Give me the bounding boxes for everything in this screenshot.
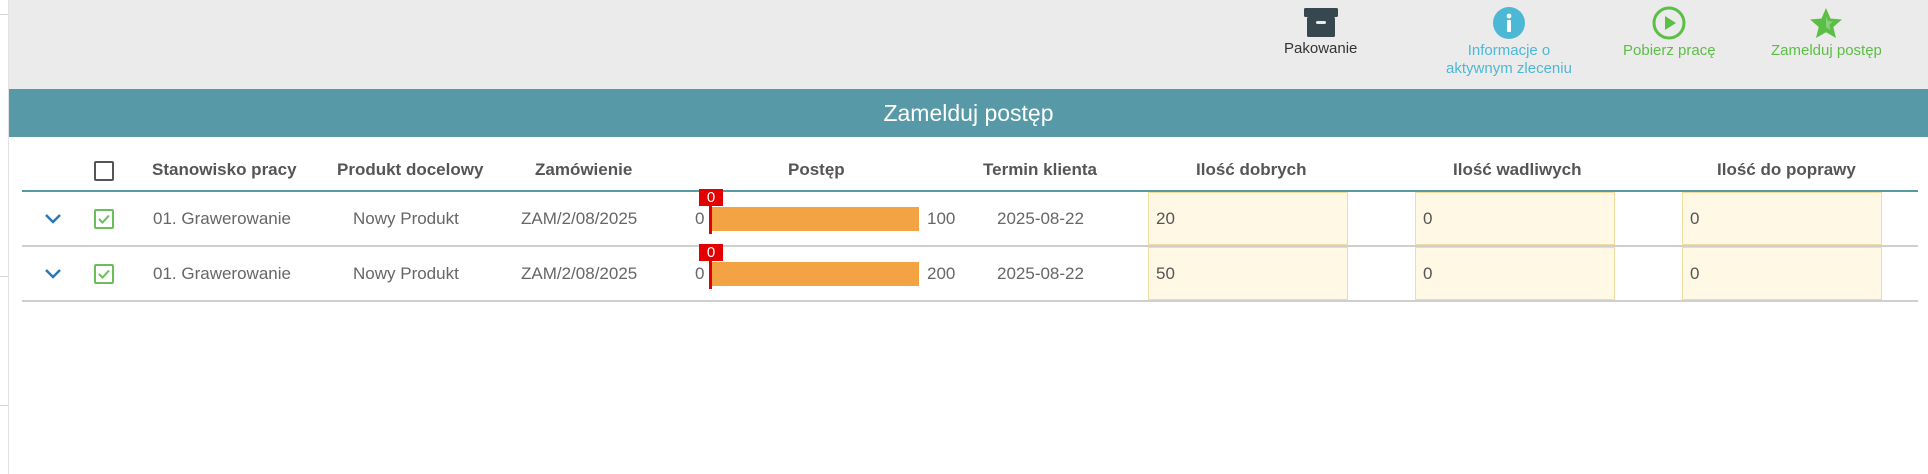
table-row: 01. Grawerowanie Nowy Produkt ZAM/2/08/2… xyxy=(22,244,1918,302)
table-header: Stanowisko pracy Produkt docelowy Zamówi… xyxy=(22,150,1918,192)
expand-chevron-icon[interactable] xyxy=(44,265,62,285)
info-circle-icon xyxy=(1493,7,1525,39)
good-qty-input[interactable]: 20 xyxy=(1148,192,1348,245)
select-all-checkbox[interactable] xyxy=(94,161,114,181)
play-circle-icon xyxy=(1652,6,1686,40)
rework-qty-input[interactable]: 0 xyxy=(1682,192,1882,245)
row-select-checkbox[interactable] xyxy=(94,209,114,229)
edge-tick xyxy=(0,276,8,277)
col-header-defective[interactable]: Ilość wadliwych xyxy=(1453,160,1582,180)
packing-label: Pakowanie xyxy=(1284,40,1358,57)
product-cell: Nowy Produkt xyxy=(353,209,459,228)
table-row: 01. Grawerowanie Nowy Produkt ZAM/2/08/2… xyxy=(22,189,1918,247)
left-edge xyxy=(0,0,9,474)
col-header-progress[interactable]: Postęp xyxy=(788,160,845,180)
col-header-rework[interactable]: Ilość do poprawy xyxy=(1717,160,1856,180)
station-cell: 01. Grawerowanie xyxy=(153,264,291,283)
edge-tick xyxy=(0,405,8,406)
rework-qty-input[interactable]: 0 xyxy=(1682,247,1882,300)
good-qty-input[interactable]: 50 xyxy=(1148,247,1348,300)
deadline-cell: 2025-08-22 xyxy=(997,264,1084,283)
progress-end: 100 xyxy=(927,209,956,228)
defective-qty-input[interactable]: 0 xyxy=(1415,247,1615,300)
check-icon xyxy=(98,269,110,279)
archive-box-icon xyxy=(1303,8,1338,37)
report-progress-button[interactable]: Zamelduj postęp xyxy=(1771,6,1882,60)
station-cell: 01. Grawerowanie xyxy=(153,209,291,228)
order-cell: ZAM/2/08/2025 xyxy=(521,264,638,283)
deadline-cell: 2025-08-22 xyxy=(997,209,1084,228)
product-cell: Nowy Produkt xyxy=(353,264,459,283)
fetch-work-button[interactable]: Pobierz pracę xyxy=(1623,6,1716,60)
progress-bar xyxy=(711,207,919,231)
col-header-product[interactable]: Produkt docelowy xyxy=(337,160,483,180)
row-select-checkbox[interactable] xyxy=(94,264,114,284)
col-header-station[interactable]: Stanowisko pracy xyxy=(152,160,297,180)
page-title: Zamelduj postęp xyxy=(9,89,1928,137)
col-header-order[interactable]: Zamówienie xyxy=(535,160,632,180)
toolbar: Pakowanie Informacje o aktywnym zleceniu… xyxy=(9,0,1928,89)
fetch-work-label: Pobierz pracę xyxy=(1623,42,1716,59)
progress-marker-label: 0 xyxy=(699,244,723,261)
progress-marker-label: 0 xyxy=(699,189,723,206)
defective-qty-input[interactable]: 0 xyxy=(1415,192,1615,245)
col-header-good[interactable]: Ilość dobrych xyxy=(1196,160,1307,180)
order-cell: ZAM/2/08/2025 xyxy=(521,209,638,228)
report-progress-label: Zamelduj postęp xyxy=(1771,42,1882,59)
check-icon xyxy=(98,214,110,224)
progress-start: 0 xyxy=(695,264,705,283)
progress-end: 200 xyxy=(927,264,956,283)
col-header-deadline[interactable]: Termin klienta xyxy=(983,160,1097,180)
active-order-info-button[interactable]: Informacje o aktywnym zleceniu xyxy=(1419,6,1599,78)
progress-start: 0 xyxy=(695,209,705,228)
progress-table: Stanowisko pracy Produkt docelowy Zamówi… xyxy=(22,150,1918,302)
progress-bar xyxy=(711,262,919,286)
star-icon xyxy=(1810,8,1843,38)
packing-button[interactable]: Pakowanie xyxy=(1284,6,1357,58)
edge-tick xyxy=(0,14,8,15)
expand-chevron-icon[interactable] xyxy=(44,210,62,230)
active-order-info-label: Informacje o aktywnym zleceniu xyxy=(1446,42,1572,77)
